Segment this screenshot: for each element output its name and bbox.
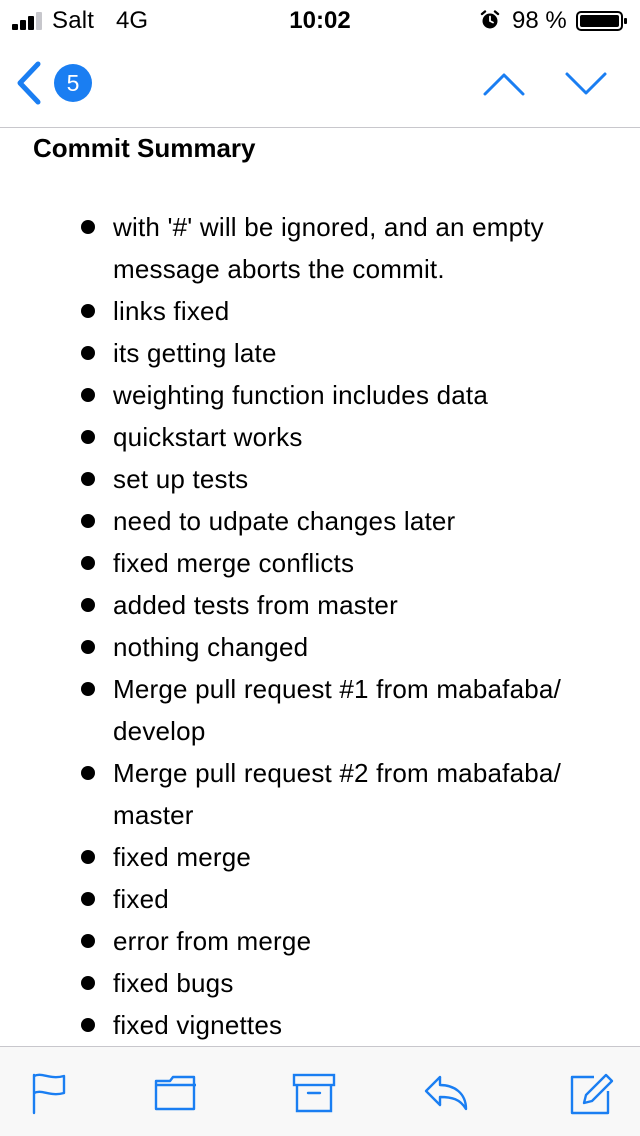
commit-message: nothing changed bbox=[113, 632, 309, 662]
bullet-icon bbox=[81, 346, 95, 360]
archive-icon[interactable] bbox=[290, 1071, 338, 1115]
commit-message: added tests from master bbox=[113, 590, 398, 620]
list-item: need to udpate changes later bbox=[0, 500, 640, 542]
list-item: fixed vignettes bbox=[0, 1004, 640, 1046]
commit-message: error from merge bbox=[113, 926, 312, 956]
list-item: nothing changed bbox=[0, 626, 640, 668]
bullet-icon bbox=[81, 472, 95, 486]
commit-message: fixed merge conflicts bbox=[113, 548, 355, 578]
bullet-icon bbox=[81, 430, 95, 444]
commit-message: fixed bugs bbox=[113, 968, 234, 998]
commit-message: Merge pull request #1 from mabafaba/ dev… bbox=[113, 674, 561, 746]
list-item: set up tests bbox=[0, 458, 640, 500]
bullet-icon bbox=[81, 850, 95, 864]
mail-message-screen: Salt 4G 10:02 98 % 5 Commit Summary with… bbox=[0, 0, 640, 1136]
list-item: added tests from master bbox=[0, 584, 640, 626]
list-item: error from merge bbox=[0, 920, 640, 962]
commit-message: fixed bbox=[113, 884, 169, 914]
commit-message: with '#' will be ignored, and an empty m… bbox=[113, 212, 544, 284]
back-chevron-icon bbox=[17, 61, 41, 105]
commit-message: quickstart works bbox=[113, 422, 303, 452]
commit-message: need to udpate changes later bbox=[113, 506, 456, 536]
chevron-up-icon[interactable] bbox=[482, 70, 526, 98]
list-item: its getting late bbox=[0, 332, 640, 374]
bullet-icon bbox=[81, 934, 95, 948]
commit-message: set up tests bbox=[113, 464, 249, 494]
battery-percent: 98 % bbox=[512, 7, 567, 34]
list-item: Merge pull request #1 from mabafaba/ dev… bbox=[0, 668, 640, 752]
folder-icon[interactable] bbox=[152, 1071, 200, 1115]
bottom-toolbar bbox=[0, 1046, 640, 1136]
commit-message: Merge pull request #2 from mabafaba/ mas… bbox=[113, 758, 561, 830]
compose-icon[interactable] bbox=[568, 1071, 616, 1115]
list-item: fixed merge conflicts bbox=[0, 542, 640, 584]
bullet-icon bbox=[81, 682, 95, 696]
bullet-icon bbox=[81, 220, 95, 234]
list-item: links fixed bbox=[0, 290, 640, 332]
commit-message: links fixed bbox=[113, 296, 230, 326]
back-button[interactable]: 5 bbox=[14, 60, 98, 106]
commit-message: weighting function includes data bbox=[113, 380, 488, 410]
list-item: weighting function includes data bbox=[0, 374, 640, 416]
unread-count-badge: 5 bbox=[54, 64, 92, 102]
section-title: Commit Summary bbox=[33, 133, 256, 163]
bullet-icon bbox=[81, 640, 95, 654]
commit-message: its getting late bbox=[113, 338, 277, 368]
list-item: fixed bbox=[0, 878, 640, 920]
status-bar: Salt 4G 10:02 98 % bbox=[0, 0, 640, 40]
bullet-icon bbox=[81, 1018, 95, 1032]
battery-icon bbox=[576, 11, 627, 31]
chevron-down-icon[interactable] bbox=[564, 70, 608, 98]
reply-icon[interactable] bbox=[422, 1071, 470, 1115]
bullet-icon bbox=[81, 976, 95, 990]
bullet-icon bbox=[81, 766, 95, 780]
commit-message: fixed vignettes bbox=[113, 1010, 283, 1040]
flag-icon[interactable] bbox=[26, 1071, 74, 1115]
list-item: Merge pull request #2 from mabafaba/ mas… bbox=[0, 752, 640, 836]
bullet-icon bbox=[81, 304, 95, 318]
bullet-icon bbox=[81, 892, 95, 906]
alarm-icon bbox=[480, 10, 500, 29]
bullet-icon bbox=[81, 514, 95, 528]
list-item: with '#' will be ignored, and an empty m… bbox=[0, 206, 640, 290]
list-item: fixed bugs bbox=[0, 962, 640, 1004]
list-item: quickstart works bbox=[0, 416, 640, 458]
bullet-icon bbox=[81, 598, 95, 612]
commit-list: with '#' will be ignored, and an empty m… bbox=[0, 206, 640, 1046]
message-body: Commit Summary with '#' will be ignored,… bbox=[0, 128, 640, 1046]
commit-message: fixed merge bbox=[113, 842, 252, 872]
bullet-icon bbox=[81, 388, 95, 402]
bullet-icon bbox=[81, 556, 95, 570]
list-item: fixed merge bbox=[0, 836, 640, 878]
navigation-bar: 5 bbox=[0, 40, 640, 128]
